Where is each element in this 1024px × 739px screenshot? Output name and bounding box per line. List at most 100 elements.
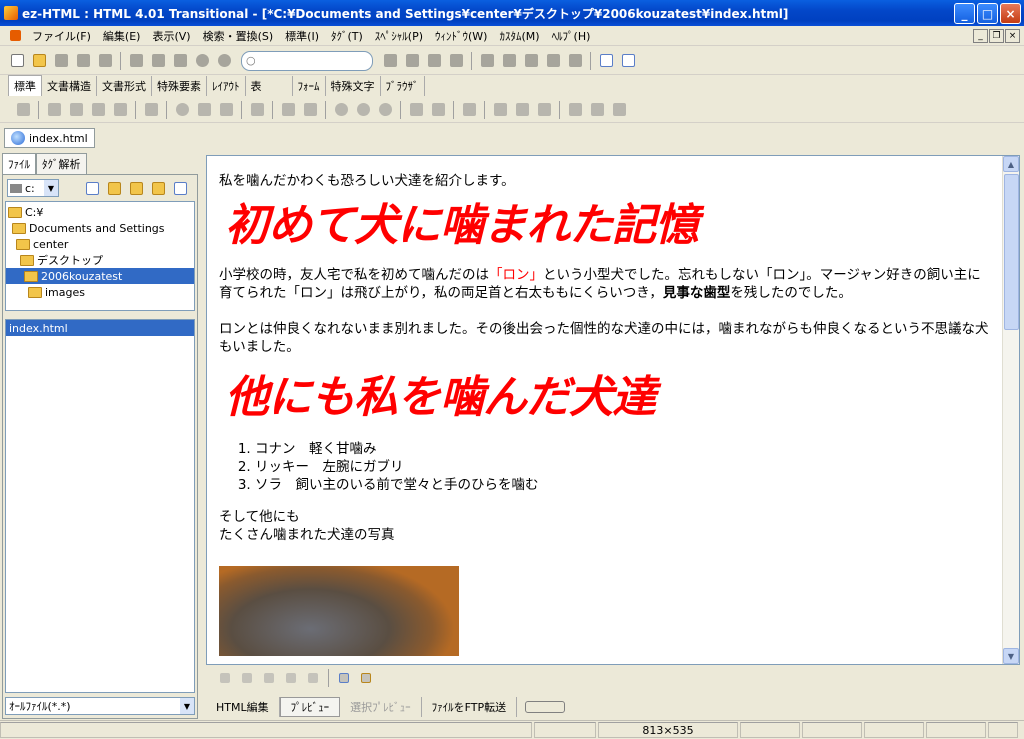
paste-icon[interactable] xyxy=(171,52,189,70)
first-icon[interactable] xyxy=(216,669,234,687)
palette-tab-structure[interactable]: 文書構造 xyxy=(42,76,97,96)
mdi-close-button[interactable]: × xyxy=(1005,29,1020,43)
palette-tab-special-chars[interactable]: 特殊文字 xyxy=(326,76,381,96)
file-filter-select[interactable]: ｵｰﾙﾌｧｲﾙ(*.*) ▼ xyxy=(5,697,195,715)
palette-tab-form[interactable]: ﾌｫｰﾑ xyxy=(293,76,326,96)
palette-tab-standard[interactable]: 標準 xyxy=(8,75,42,96)
palette-tab-browser[interactable]: ﾌﾞﾗｳｻﾞ xyxy=(381,76,425,96)
table-icon[interactable] xyxy=(522,52,540,70)
search-folder-icon[interactable] xyxy=(149,179,167,197)
tab-preview[interactable]: ﾌﾟﾚﾋﾞｭｰ xyxy=(279,697,341,717)
cut-icon[interactable] xyxy=(127,52,145,70)
page-next-icon[interactable] xyxy=(588,101,606,119)
menu-view[interactable]: 表示(V) xyxy=(146,28,196,44)
tab-file[interactable]: ﾌｧｲﾙ xyxy=(2,153,36,174)
undo-icon[interactable] xyxy=(193,52,211,70)
page-prev-icon[interactable] xyxy=(566,101,584,119)
palette-tab-layout[interactable]: ﾚｲｱｳﾄ xyxy=(207,76,246,96)
tree-node-2006kouzatest[interactable]: 2006kouzatest xyxy=(6,268,194,284)
mdi-minimize-button[interactable]: _ xyxy=(973,29,988,43)
preview-pane[interactable]: 私を噛んだかわくも恐ろしい犬達を紹介します。 初めて犬に噛まれた記憶 小学校の時… xyxy=(206,155,1020,665)
split-view-icon[interactable] xyxy=(619,52,637,70)
font-icon[interactable] xyxy=(142,101,160,119)
open-browser-icon[interactable] xyxy=(357,669,375,687)
drive-select[interactable]: c: ▼ xyxy=(7,179,59,197)
extra-tab-slot[interactable] xyxy=(525,701,566,713)
palette-tab-special-elements[interactable]: 特殊要素 xyxy=(152,76,207,96)
back-icon[interactable] xyxy=(238,669,256,687)
palette-tab-format[interactable]: 文書形式 xyxy=(97,76,152,96)
file-item-index-html[interactable]: index.html xyxy=(6,320,194,336)
minimize-button[interactable]: _ xyxy=(954,3,975,24)
app-icon[interactable] xyxy=(4,6,18,20)
open-folder-icon[interactable] xyxy=(30,52,48,70)
scroll-down-button[interactable]: ▼ xyxy=(1003,648,1019,664)
find-icon[interactable] xyxy=(381,52,399,70)
save-all-icon[interactable] xyxy=(74,52,92,70)
strikethrough-icon[interactable] xyxy=(111,101,129,119)
tree-node-images[interactable]: images xyxy=(6,284,194,300)
menu-help[interactable]: ﾍﾙﾌﾟ(H) xyxy=(546,28,597,44)
frame-icon[interactable] xyxy=(500,52,518,70)
copy-icon[interactable] xyxy=(149,52,167,70)
italic-icon[interactable] xyxy=(67,101,85,119)
anchor-icon[interactable] xyxy=(513,101,531,119)
close-button[interactable]: × xyxy=(1000,3,1021,24)
comment-icon[interactable] xyxy=(173,101,191,119)
title-bar[interactable]: ez-HTML : HTML 4.01 Transitional - [*C:¥… xyxy=(0,0,1024,26)
save-icon[interactable] xyxy=(52,52,70,70)
mdi-restore-button[interactable]: ❐ xyxy=(989,29,1004,43)
scroll-up-button[interactable]: ▲ xyxy=(1003,156,1019,172)
menu-file[interactable]: ファイル(F) xyxy=(26,28,97,44)
new-folder-icon[interactable] xyxy=(83,179,101,197)
menu-standard[interactable]: 標準(I) xyxy=(279,28,325,44)
parent-folder-icon[interactable] xyxy=(127,179,145,197)
preview-scrollbar[interactable]: ▲ ▼ xyxy=(1002,156,1019,664)
circle-icon-2[interactable] xyxy=(354,101,372,119)
brush-icon[interactable] xyxy=(429,101,447,119)
menu-edit[interactable]: 編集(E) xyxy=(97,28,147,44)
forward-icon[interactable] xyxy=(260,669,278,687)
bold-icon[interactable] xyxy=(45,101,63,119)
app-menu-icon[interactable] xyxy=(6,27,24,45)
redo-icon[interactable] xyxy=(215,52,233,70)
find-prev-icon[interactable] xyxy=(425,52,443,70)
layout-icon[interactable] xyxy=(597,52,615,70)
paragraph-icon[interactable] xyxy=(14,101,32,119)
validate-icon[interactable] xyxy=(566,52,584,70)
underline-icon[interactable] xyxy=(89,101,107,119)
page-last-icon[interactable] xyxy=(610,101,628,119)
search-input[interactable]: ○ xyxy=(241,50,373,71)
tree-node-c-drive[interactable]: C:¥ xyxy=(6,204,194,220)
document-tab-index[interactable]: index.html xyxy=(4,128,95,148)
break-icon[interactable] xyxy=(301,101,319,119)
open-folder-icon[interactable] xyxy=(105,179,123,197)
new-file-icon[interactable] xyxy=(8,52,26,70)
refresh-icon[interactable] xyxy=(171,179,189,197)
block-icon[interactable] xyxy=(195,101,213,119)
find-next-icon[interactable] xyxy=(403,52,421,70)
image-icon[interactable] xyxy=(460,101,478,119)
menu-custom[interactable]: ｶｽﾀﾑ(M) xyxy=(493,28,545,44)
menu-tag[interactable]: ﾀｸﾞ(T) xyxy=(325,28,369,44)
circle-icon-1[interactable] xyxy=(332,101,350,119)
scroll-thumb[interactable] xyxy=(1004,174,1019,330)
eraser-icon[interactable] xyxy=(217,101,235,119)
tab-html-edit[interactable]: HTML編集 xyxy=(206,697,280,717)
rule-icon[interactable] xyxy=(279,101,297,119)
circle-icon-3[interactable] xyxy=(376,101,394,119)
refresh-preview-icon[interactable] xyxy=(335,669,353,687)
tab-tag-analysis[interactable]: ﾀｸﾞ解析 xyxy=(36,153,87,174)
unlink-icon[interactable] xyxy=(535,101,553,119)
stop-icon[interactable] xyxy=(304,669,322,687)
tag-icon[interactable] xyxy=(478,52,496,70)
list-icon[interactable] xyxy=(407,101,425,119)
menu-search-replace[interactable]: 検索・置換(S) xyxy=(197,28,280,44)
check-icon[interactable] xyxy=(544,52,562,70)
tree-node-desktop[interactable]: デスクトップ xyxy=(6,252,194,268)
tree-node-documents-and-settings[interactable]: Documents and Settings xyxy=(6,220,194,236)
tab-selection-preview[interactable]: 選択ﾌﾟﾚﾋﾞｭｰ xyxy=(340,697,422,717)
link-icon[interactable] xyxy=(491,101,509,119)
page-icon[interactable] xyxy=(248,101,266,119)
menu-special[interactable]: ｽﾍﾟｼｬﾙ(P) xyxy=(369,28,429,44)
